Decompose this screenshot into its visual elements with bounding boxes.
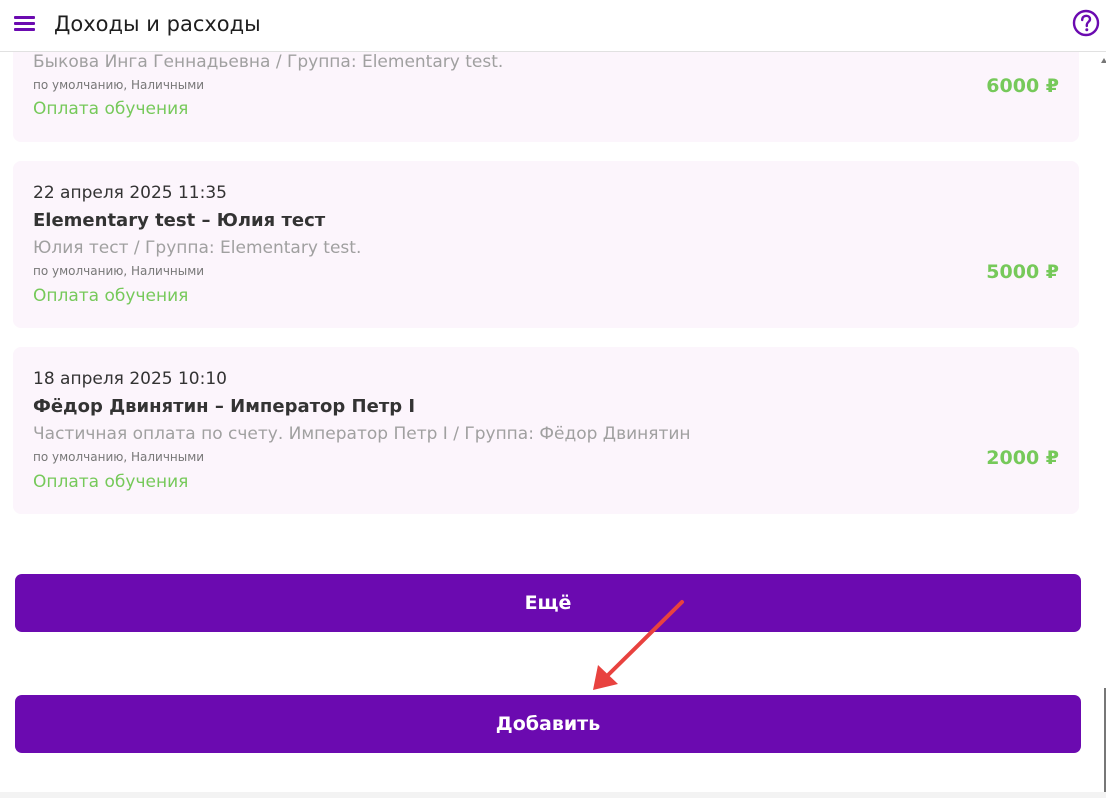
scroll-up-icon[interactable] bbox=[1101, 58, 1106, 63]
bottom-edge bbox=[0, 792, 1106, 798]
transaction-amount: 2000 ₽ bbox=[986, 447, 1059, 469]
transaction-amount: 5000 ₽ bbox=[986, 261, 1059, 283]
transaction-amount: 6000 ₽ bbox=[986, 75, 1059, 97]
transaction-category: Оплата обучения bbox=[33, 472, 189, 492]
transaction-meta: по умолчанию, Наличными bbox=[33, 450, 205, 464]
more-button[interactable]: Ещё bbox=[15, 574, 1081, 632]
transaction-category: Оплата обучения bbox=[33, 99, 189, 119]
menu-bar bbox=[14, 22, 35, 25]
page-title: Доходы и расходы bbox=[54, 12, 261, 36]
transaction-category: Оплата обучения bbox=[33, 286, 189, 306]
transaction-card[interactable]: 18 апреля 2025 10:10 Фёдор Двинятин – Им… bbox=[13, 347, 1079, 514]
menu-bar bbox=[14, 16, 35, 19]
transaction-title: Фёдор Двинятин – Император Петр I bbox=[33, 396, 416, 417]
add-button[interactable]: Добавить bbox=[15, 695, 1081, 753]
menu-bar bbox=[14, 28, 35, 31]
question-circle-icon[interactable] bbox=[1072, 9, 1100, 37]
transaction-description: Юлия тест / Группа: Elementary test. bbox=[33, 238, 362, 258]
transaction-description: Быкова Инга Геннадьевна / Группа: Elemen… bbox=[33, 52, 504, 72]
transaction-description: Частичная оплата по счету. Император Пет… bbox=[33, 424, 691, 444]
transaction-title: Elementary test – Юлия тест bbox=[33, 210, 326, 231]
transaction-card[interactable]: Быкова Инга Геннадьевна / Группа: Elemen… bbox=[13, 38, 1079, 142]
transaction-date: 22 апреля 2025 11:35 bbox=[33, 183, 227, 203]
transaction-meta: по умолчанию, Наличными bbox=[33, 78, 205, 92]
transaction-date: 18 апреля 2025 10:10 bbox=[33, 369, 227, 389]
hamburger-menu-icon[interactable] bbox=[14, 15, 35, 33]
transaction-meta: по умолчанию, Наличными bbox=[33, 264, 205, 278]
app-header: Доходы и расходы bbox=[0, 0, 1106, 52]
transaction-card[interactable]: 22 апреля 2025 11:35 Elementary test – Ю… bbox=[13, 161, 1079, 328]
